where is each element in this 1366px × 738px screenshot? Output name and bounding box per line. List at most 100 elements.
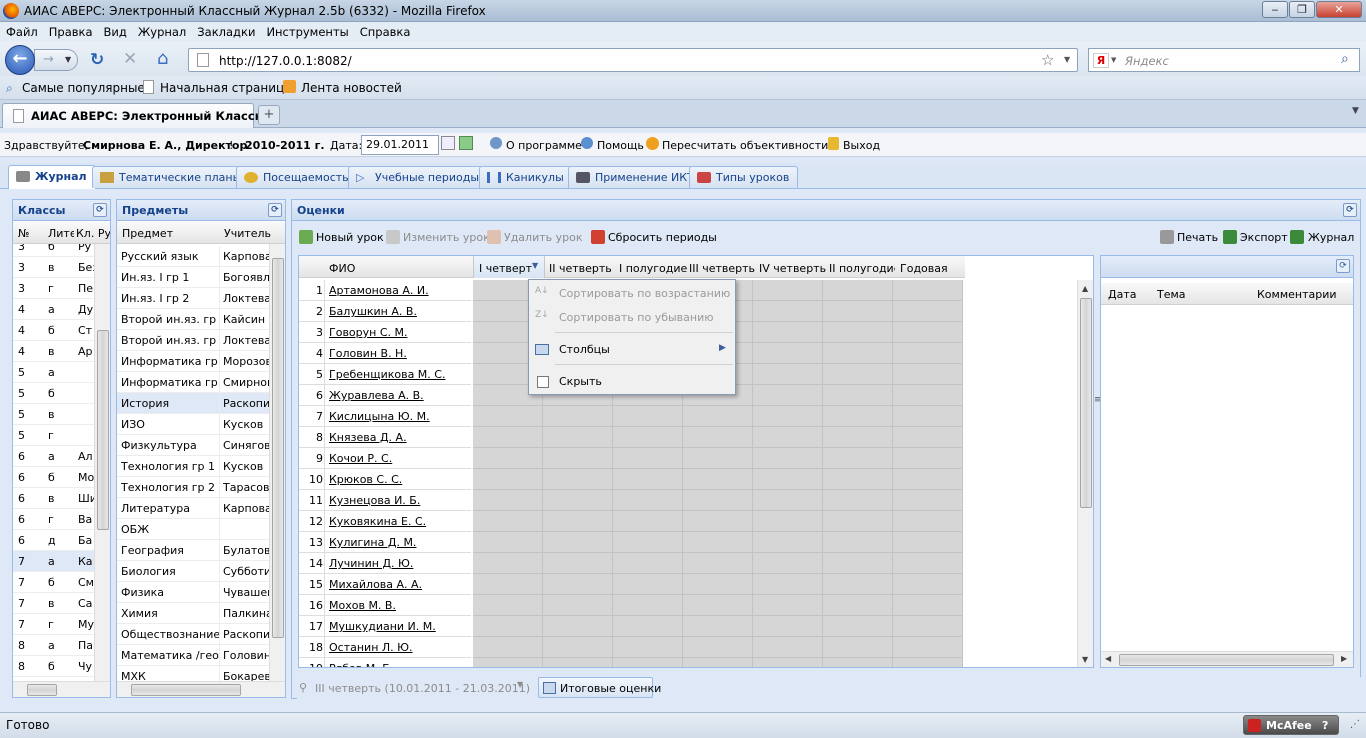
student-name[interactable]: Лучинин Д. Ю.: [329, 557, 413, 570]
grade-cell[interactable]: [823, 553, 893, 574]
class-row[interactable]: 7 г Му: [13, 614, 94, 635]
col-fio[interactable]: ФИО: [329, 262, 355, 275]
subject-row[interactable]: География Булатова: [117, 540, 270, 561]
grade-cell[interactable]: [893, 280, 963, 301]
class-row[interactable]: 5а: [13, 362, 94, 383]
grade-cell[interactable]: [473, 532, 543, 553]
class-row[interactable]: 4 в Ар: [13, 341, 94, 362]
student-row[interactable]: 9 Кочои Р. С.: [299, 448, 471, 469]
menu-sort-asc[interactable]: A↓ Сортировать по возрастанию: [529, 283, 735, 305]
grade-cell[interactable]: [753, 511, 823, 532]
grade-cell[interactable]: [823, 490, 893, 511]
class-row[interactable]: 6 в Ши: [13, 488, 94, 509]
grade-cell[interactable]: [543, 616, 613, 637]
class-row[interactable]: 8 а Па: [13, 635, 94, 656]
grade-cell[interactable]: [823, 280, 893, 301]
help-link[interactable]: Помощь: [597, 139, 644, 152]
grade-cell[interactable]: [683, 553, 753, 574]
student-name[interactable]: Крюков С. С.: [329, 473, 402, 486]
url-text[interactable]: http://127.0.0.1:8082/: [219, 54, 352, 68]
col-number[interactable]: №: [18, 227, 38, 240]
journal-export-button[interactable]: Журнал: [1308, 231, 1354, 244]
stop-icon[interactable]: ✕: [123, 49, 137, 69]
subject-row[interactable]: Второй ин.яз. гр 1 Кайсин: [117, 309, 270, 330]
hide-checkbox[interactable]: [537, 376, 549, 388]
grade-cell[interactable]: [893, 343, 963, 364]
grade-cell[interactable]: [753, 490, 823, 511]
classes-hscrollbar[interactable]: [13, 681, 110, 697]
grade-cell[interactable]: [613, 469, 683, 490]
scroll-thumb[interactable]: [1119, 654, 1334, 666]
search-input[interactable]: Яндекс: [1125, 54, 1169, 68]
scroll-down-icon[interactable]: ▼: [1082, 655, 1088, 664]
recalc-link[interactable]: Пересчитать объективности: [662, 139, 828, 152]
tab-attendance[interactable]: Посещаемость: [236, 166, 358, 188]
grade-cell[interactable]: [613, 448, 683, 469]
bookmark-start-page[interactable]: Начальная страница: [160, 81, 292, 95]
scroll-right-icon[interactable]: ▶: [1341, 654, 1347, 663]
grade-cell[interactable]: [473, 427, 543, 448]
grade-cell[interactable]: [613, 595, 683, 616]
back-button[interactable]: ←: [5, 45, 35, 75]
grade-cell[interactable]: [683, 469, 753, 490]
url-dropdown-icon[interactable]: ▼: [1064, 55, 1070, 64]
grade-cell[interactable]: [753, 637, 823, 658]
grade-cell[interactable]: [613, 553, 683, 574]
grade-cell[interactable]: [753, 616, 823, 637]
student-row[interactable]: 18 Останин Л. Ю.: [299, 637, 471, 658]
print-button[interactable]: Печать: [1177, 231, 1218, 244]
grade-cell[interactable]: [823, 406, 893, 427]
calendar-icon[interactable]: [441, 136, 455, 150]
subject-row[interactable]: Обществознание Раскопин: [117, 624, 270, 645]
grade-cell[interactable]: [473, 511, 543, 532]
grade-cell[interactable]: [893, 301, 963, 322]
home-icon[interactable]: ⌂: [157, 48, 168, 69]
browser-tab[interactable]: АИАС АВЕРС: Электронный Классн...: [2, 103, 276, 128]
student-row[interactable]: 13 Кулигина Д. М.: [299, 532, 471, 553]
student-row[interactable]: 5 Гребенщикова М. С.: [299, 364, 471, 385]
student-row[interactable]: 6 Журавлева А. В.: [299, 385, 471, 406]
grade-cell[interactable]: [753, 343, 823, 364]
refresh-icon[interactable]: ⟳: [1336, 259, 1350, 273]
scroll-thumb[interactable]: [131, 684, 241, 696]
class-row[interactable]: 4 а Ду: [13, 299, 94, 320]
scroll-left-icon[interactable]: ◀: [1105, 654, 1111, 663]
grade-cell[interactable]: [473, 490, 543, 511]
grade-cell[interactable]: [473, 658, 543, 667]
grade-cell[interactable]: [613, 532, 683, 553]
column-menu-trigger-icon[interactable]: ▼: [532, 261, 538, 270]
minimize-button[interactable]: ‒: [1262, 1, 1288, 18]
student-row[interactable]: 8 Князева Д. А.: [299, 427, 471, 448]
student-name[interactable]: Князева Д. А.: [329, 431, 407, 444]
student-name[interactable]: Рябов М. Б.: [329, 662, 393, 667]
class-row[interactable]: 8 б Чу: [13, 656, 94, 677]
subject-row[interactable]: ОБЖ: [117, 519, 270, 540]
grade-cell[interactable]: [473, 469, 543, 490]
logout-link[interactable]: Выход: [843, 139, 880, 152]
student-row[interactable]: 2 Балушкин А. В.: [299, 301, 471, 322]
col-comments[interactable]: Комментарии: [1257, 288, 1337, 301]
maximize-button[interactable]: ❐: [1289, 1, 1315, 18]
grade-cell[interactable]: [543, 553, 613, 574]
resize-grip-icon[interactable]: ⋰: [1350, 719, 1360, 730]
grade-cell[interactable]: [543, 427, 613, 448]
grades-scrollbar[interactable]: ▲ ▼: [1077, 280, 1093, 667]
student-name[interactable]: Мушкудиани И. М.: [329, 620, 436, 633]
class-row[interactable]: 3 б Ру: [13, 244, 94, 257]
grade-cell[interactable]: [893, 448, 963, 469]
student-name[interactable]: Журавлева А. В.: [329, 389, 424, 402]
today-icon[interactable]: [459, 136, 473, 150]
final-grades-button[interactable]: Итоговые оценки: [538, 677, 661, 698]
class-row[interactable]: 5г: [13, 425, 94, 446]
grade-cell[interactable]: [823, 364, 893, 385]
grade-cell[interactable]: [683, 532, 753, 553]
grade-cell[interactable]: [753, 280, 823, 301]
grade-cell[interactable]: [683, 511, 753, 532]
student-name[interactable]: Гребенщикова М. С.: [329, 368, 445, 381]
grade-cell[interactable]: [823, 385, 893, 406]
grade-cell[interactable]: [613, 616, 683, 637]
reload-icon[interactable]: ↻: [90, 50, 104, 70]
class-row[interactable]: 5в: [13, 404, 94, 425]
grade-cell[interactable]: [683, 427, 753, 448]
col-q2[interactable]: II четверть: [549, 262, 612, 275]
